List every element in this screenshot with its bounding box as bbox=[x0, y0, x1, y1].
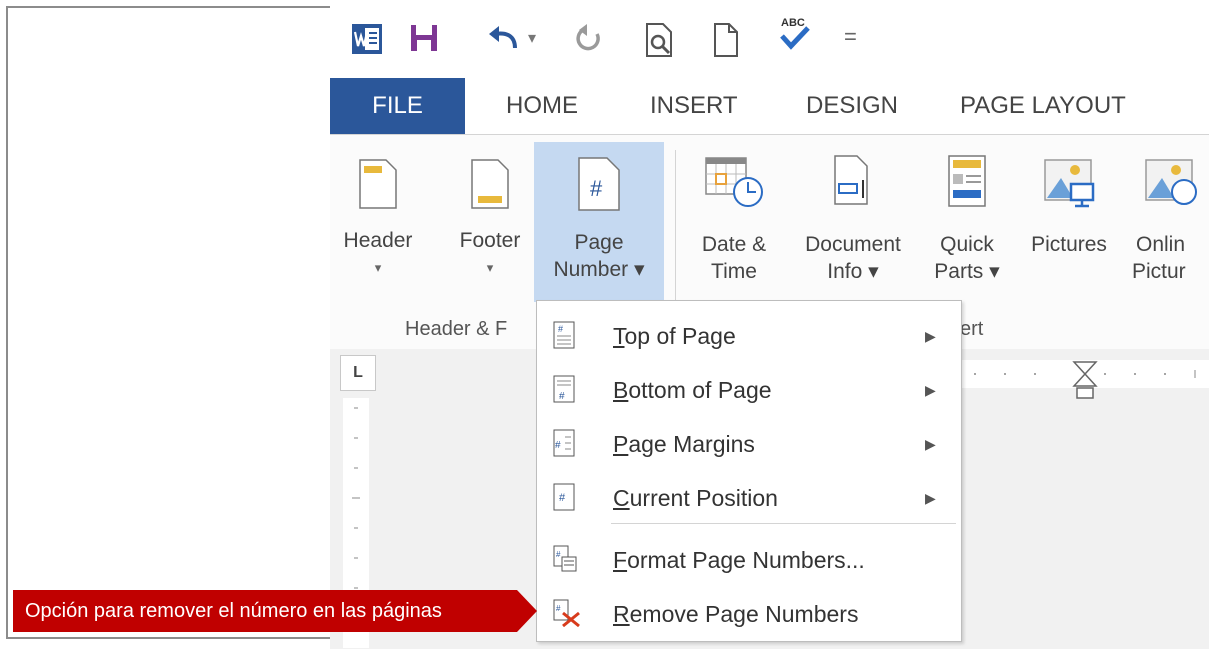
submenu-arrow-icon: ▶ bbox=[925, 381, 936, 398]
menu-item-bottom-of-page-label: Bottom of Page bbox=[613, 376, 772, 403]
submenu-arrow-icon: ▶ bbox=[925, 435, 936, 452]
annotation-callout: Opción para remover el número en las pág… bbox=[13, 590, 517, 632]
svg-text:ABC: ABC bbox=[781, 17, 805, 29]
quick-parts-label-line1: Quick bbox=[940, 233, 994, 256]
undo-dropdown-caret[interactable]: ▾ bbox=[528, 28, 536, 48]
menu-item-page-margins-label: Page Margins bbox=[613, 430, 755, 457]
online-pictures-button[interactable]: Onlin Pictur bbox=[1128, 150, 1209, 300]
header-caret: ▾ bbox=[374, 260, 382, 275]
menu-item-remove-page-numbers[interactable]: # Remove Page Numbers bbox=[537, 587, 961, 641]
pictures-icon bbox=[1044, 159, 1095, 208]
calendar-clock-icon bbox=[705, 157, 763, 207]
page-bottom-icon: # bbox=[553, 375, 575, 403]
redo-icon[interactable] bbox=[573, 22, 605, 54]
current-position-icon: # bbox=[553, 483, 575, 511]
date-time-label-line2: Time bbox=[711, 260, 757, 283]
page-number-icon: # bbox=[578, 157, 620, 211]
header-button[interactable]: Header ▾ bbox=[340, 150, 416, 300]
page-number-label-line1: Page bbox=[574, 231, 624, 254]
document-info-label-line1: Document bbox=[805, 233, 901, 256]
menu-item-current-position-label: Current Position bbox=[613, 484, 778, 511]
svg-text:#: # bbox=[556, 604, 561, 613]
tab-design[interactable]: DESIGN bbox=[806, 78, 898, 134]
menu-item-format-page-numbers[interactable]: # Format Page Numbers... bbox=[537, 533, 961, 587]
online-pictures-icon bbox=[1145, 159, 1197, 205]
menu-separator bbox=[611, 523, 956, 524]
tab-home[interactable]: HOME bbox=[506, 78, 578, 134]
customize-qat-icon[interactable]: = bbox=[844, 24, 857, 50]
ribbon-group-separator bbox=[675, 150, 676, 310]
new-document-icon[interactable] bbox=[712, 22, 740, 58]
footer-icon bbox=[471, 159, 509, 209]
page-number-label-line2: Number ▾ bbox=[553, 258, 645, 281]
tab-insert[interactable]: INSERT bbox=[650, 78, 738, 134]
svg-text:#: # bbox=[556, 550, 561, 559]
menu-item-format-page-numbers-label: Format Page Numbers... bbox=[613, 546, 865, 573]
svg-text:#: # bbox=[558, 324, 563, 334]
online-pictures-label-line1: Onlin bbox=[1136, 233, 1186, 256]
pictures-button[interactable]: Pictures bbox=[1014, 150, 1124, 300]
submenu-arrow-icon: ▶ bbox=[925, 327, 936, 344]
menu-item-remove-page-numbers-label: Remove Page Numbers bbox=[613, 600, 859, 627]
menu-item-top-of-page-label: Top of Page bbox=[613, 322, 736, 349]
tab-selector[interactable]: L bbox=[340, 355, 376, 391]
format-page-numbers-icon: # bbox=[553, 545, 577, 572]
undo-icon[interactable] bbox=[485, 22, 521, 54]
remove-page-numbers-icon: # bbox=[553, 599, 580, 627]
quick-parts-icon bbox=[948, 155, 986, 207]
footer-caret: ▾ bbox=[486, 260, 494, 275]
footer-button[interactable]: Footer ▾ bbox=[452, 150, 528, 300]
page-margins-icon: # bbox=[553, 429, 575, 457]
document-info-button[interactable]: Document Info ▾ bbox=[785, 150, 921, 300]
page-number-dropdown-menu: # Top of Page ▶ # Bottom of Page ▶ # Pag… bbox=[536, 300, 962, 642]
document-info-icon bbox=[834, 155, 868, 205]
tab-file[interactable]: FILE bbox=[330, 78, 465, 134]
menu-item-page-margins[interactable]: # Page Margins ▶ bbox=[537, 417, 961, 471]
document-info-label-line2: Info ▾ bbox=[827, 260, 879, 283]
date-time-label-line1: Date & bbox=[701, 233, 767, 256]
pictures-label: Pictures bbox=[1031, 233, 1107, 256]
svg-text:#: # bbox=[555, 440, 561, 451]
date-time-button[interactable]: Date & Time bbox=[688, 150, 780, 300]
online-pictures-label-line2: Pictur bbox=[1132, 260, 1186, 283]
svg-text:#: # bbox=[590, 176, 603, 201]
svg-text:#: # bbox=[559, 391, 565, 402]
menu-item-bottom-of-page[interactable]: # Bottom of Page ▶ bbox=[537, 363, 961, 417]
quick-parts-label-line2: Parts ▾ bbox=[934, 260, 1000, 283]
word-app-icon bbox=[352, 24, 382, 54]
header-label: Header bbox=[343, 229, 413, 252]
tab-page-layout[interactable]: PAGE LAYOUT bbox=[960, 78, 1126, 134]
submenu-arrow-icon: ▶ bbox=[925, 489, 936, 506]
quick-access-toolbar: ▾ ABC = bbox=[330, 0, 1209, 80]
menu-item-top-of-page[interactable]: # Top of Page ▶ bbox=[537, 309, 961, 363]
page-top-icon: # bbox=[553, 321, 575, 349]
svg-text:#: # bbox=[559, 492, 566, 504]
spelling-check-icon[interactable]: ABC bbox=[778, 14, 812, 54]
indent-marker-icon[interactable] bbox=[1072, 360, 1098, 402]
save-icon[interactable] bbox=[408, 22, 440, 54]
menu-item-current-position[interactable]: # Current Position ▶ bbox=[537, 471, 961, 525]
header-icon bbox=[359, 159, 397, 209]
print-preview-icon[interactable] bbox=[643, 22, 675, 58]
group-label-header-footer: Header & F bbox=[405, 318, 508, 340]
page-number-button[interactable]: # Page Number ▾ bbox=[534, 142, 664, 302]
group-label-insert: ert bbox=[960, 318, 984, 340]
quick-parts-button[interactable]: Quick Parts ▾ bbox=[924, 150, 1010, 300]
footer-label: Footer bbox=[459, 229, 521, 252]
callout-arrow-icon bbox=[517, 590, 537, 632]
